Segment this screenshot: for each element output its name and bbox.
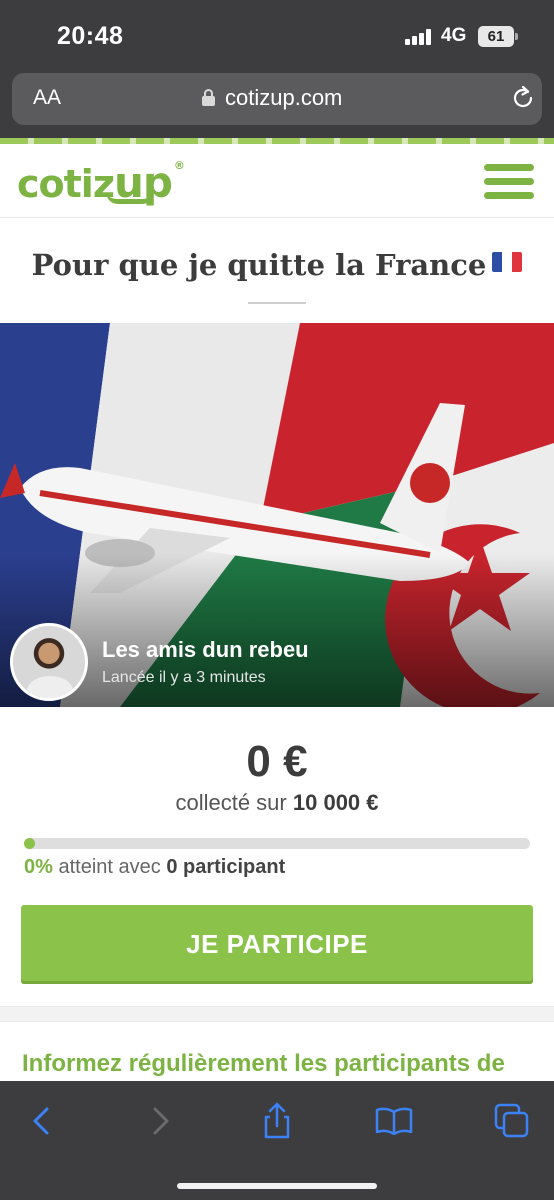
reached-percent: 0%: [24, 856, 53, 878]
logo-smile: [106, 192, 154, 204]
cotizup-logo[interactable]: cotizup ®: [17, 158, 185, 207]
back-icon[interactable]: [22, 1101, 62, 1141]
collected-amount: 0 €: [246, 737, 308, 786]
menu-icon[interactable]: [484, 164, 534, 200]
logo-text: cotiz: [17, 162, 115, 206]
section-separator: [0, 1006, 554, 1022]
logo-registered: ®: [173, 159, 185, 173]
address-bar[interactable]: AA cotizup.com: [12, 73, 542, 125]
organizer-name[interactable]: Les amis dun rebeu: [102, 637, 402, 663]
browser-chrome-top: 20:48 4G 61 AA cotizup.com: [0, 0, 554, 138]
goal-prefix: collecté sur: [175, 790, 287, 815]
campaign-image: Les amis dun rebeu Lancée il y a 3 minut…: [0, 323, 554, 707]
text-size-button[interactable]: AA: [33, 86, 61, 110]
url-text[interactable]: cotizup.com: [225, 85, 342, 111]
tabs-icon[interactable]: [492, 1101, 532, 1141]
progress-bar-fill: [24, 838, 35, 849]
forward-icon[interactable]: [140, 1101, 180, 1141]
battery-icon: 61: [478, 26, 518, 47]
france-flag-icon: [492, 252, 523, 272]
share-icon[interactable]: [257, 1101, 297, 1141]
signal-icon: [405, 29, 433, 45]
site-header: cotizup ®: [0, 144, 554, 218]
avatar[interactable]: [10, 623, 88, 701]
page-title: Pour que je quitte la France: [0, 248, 554, 282]
page-title-text: Pour que je quitte la France: [31, 248, 487, 282]
status-time: 20:48: [57, 22, 124, 50]
network-type: 4G: [441, 25, 467, 46]
reload-icon[interactable]: [510, 85, 536, 111]
goal-amount: 10 000 €: [292, 790, 379, 815]
progress-bar: [24, 838, 530, 849]
participate-button[interactable]: JE PARTICIPE: [21, 905, 533, 984]
info-heading: Informez régulièrement les participants …: [22, 1050, 505, 1077]
bookmarks-icon[interactable]: [374, 1101, 414, 1141]
title-divider: [248, 302, 306, 304]
lock-icon: [202, 89, 215, 106]
participant-count: 0 participant: [166, 856, 286, 878]
goal-line: collecté sur 10 000 €: [0, 790, 554, 816]
reached-line: 0% atteint avec 0 participant: [24, 856, 285, 879]
launch-time: Lancée il y a 3 minutes: [102, 669, 266, 686]
home-indicator: [177, 1183, 377, 1189]
reached-text: atteint avec: [58, 856, 161, 878]
